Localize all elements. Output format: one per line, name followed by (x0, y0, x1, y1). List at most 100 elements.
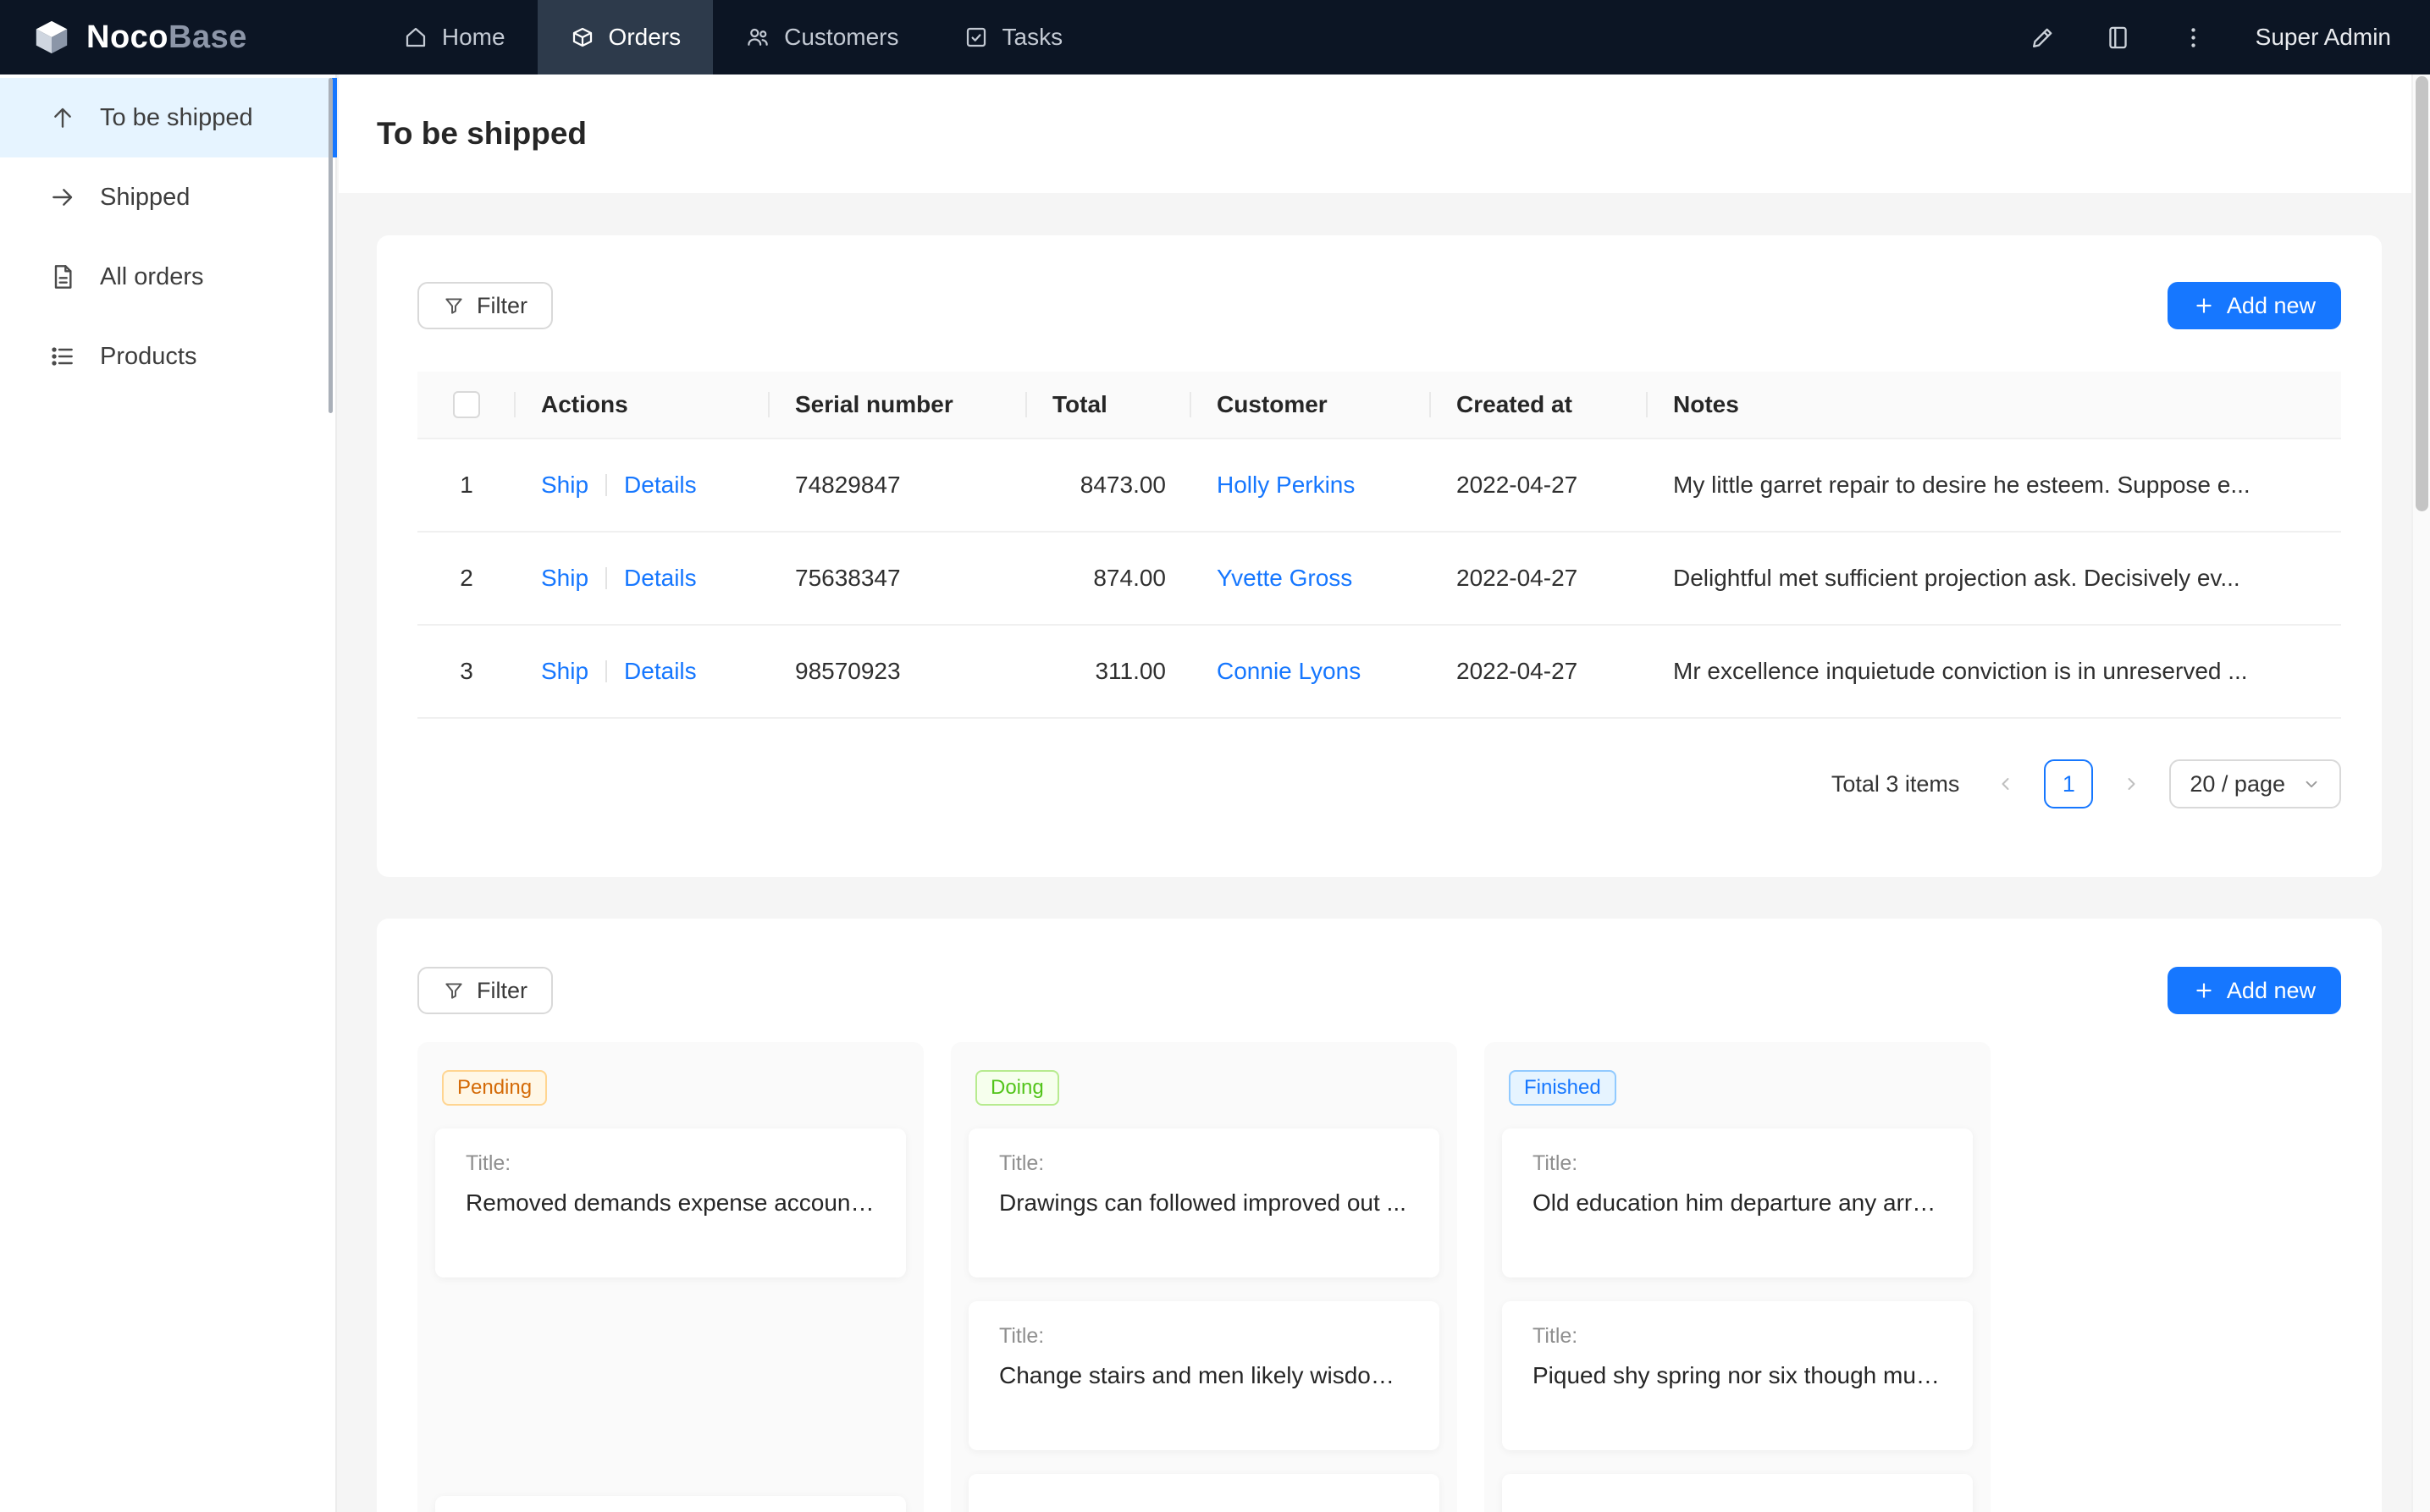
page-scrollbar-thumb[interactable] (2416, 76, 2428, 511)
kanban-card-partial[interactable] (969, 1474, 1439, 1512)
page-size-select[interactable]: 20 / page (2169, 759, 2341, 808)
pagination: Total 3 items 1 (417, 759, 2341, 808)
serial-number-cell: 75638347 (770, 533, 1027, 624)
to-be-shipped-icon (49, 104, 76, 131)
nav-orders-label: Orders (609, 24, 682, 51)
more-icon[interactable] (2180, 25, 2206, 51)
kanban-card[interactable]: Title: Change stairs and men likely wisd… (969, 1301, 1439, 1450)
nav-customers[interactable]: Customers (713, 0, 931, 74)
filter-button[interactable]: Filter (417, 282, 553, 329)
kanban-toolbar: Filter Add new (417, 967, 2341, 1014)
customer-link[interactable]: Holly Perkins (1217, 472, 1355, 499)
sidebar-item-to-be-shipped[interactable]: To be shipped (0, 78, 335, 157)
next-page-button[interactable] (2107, 759, 2156, 808)
card-field-value: Old education him departure any arra... (1533, 1189, 1942, 1217)
home-icon (403, 25, 428, 50)
plus-icon (2193, 979, 2215, 1002)
action-divider (605, 474, 607, 496)
row-index: 2 (417, 533, 516, 624)
serial-number-cell: 98570923 (770, 626, 1027, 717)
column-header-serial: Serial number (770, 372, 1027, 438)
created-at-cell: 2022-04-27 (1431, 626, 1648, 717)
sidebar-item-all-orders[interactable]: All orders (0, 237, 335, 317)
shipped-icon (49, 184, 76, 211)
card-field-label: Title: (999, 1151, 1409, 1176)
prev-page-button[interactable] (1981, 759, 2030, 808)
nav-tasks-label: Tasks (1002, 24, 1063, 51)
page-header: To be shipped (339, 74, 2411, 193)
sidebar-item-label: Products (100, 343, 196, 371)
orders-icon (570, 25, 595, 50)
customer-link[interactable]: Yvette Gross (1217, 565, 1352, 592)
book-icon[interactable] (2105, 25, 2131, 51)
row-index: 3 (417, 626, 516, 717)
customer-link[interactable]: Connie Lyons (1217, 658, 1361, 685)
notes-cell: Delightful met sufficient projection ask… (1648, 533, 2341, 624)
tasks-kanban-block: Filter Add new Pending Title: (377, 919, 2382, 1512)
total-cell: 8473.00 (1027, 439, 1191, 531)
kanban-add-new-button[interactable]: Add new (2168, 967, 2341, 1014)
card-field-value: Change stairs and men likely wisdom ... (999, 1362, 1409, 1389)
select-all-checkbox[interactable] (453, 391, 480, 418)
column-header-created-at: Created at (1431, 372, 1648, 438)
column-header-customer: Customer (1191, 372, 1431, 438)
logo-icon (32, 18, 71, 57)
user-menu[interactable]: Super Admin (2256, 24, 2391, 51)
kanban-column-doing: Doing Title: Drawings can followed impro… (951, 1042, 1457, 1512)
sidebar-scrollbar[interactable] (329, 78, 333, 413)
page-content: Filter Add new Actions (339, 193, 2411, 1512)
add-new-button[interactable]: Add new (2168, 282, 2341, 329)
top-navbar: NocoBase Home Orders (0, 0, 2430, 74)
nav-tasks[interactable]: Tasks (931, 0, 1096, 74)
filter-icon (443, 295, 465, 317)
select-column-header (417, 372, 516, 438)
details-link[interactable]: Details (624, 658, 697, 685)
kanban-card-partial[interactable] (435, 1496, 906, 1512)
chevron-right-icon (2121, 774, 2141, 794)
sidebar-item-products[interactable]: Products (0, 317, 335, 396)
ship-link[interactable]: Ship (541, 658, 588, 685)
kanban-card-partial[interactable] (1502, 1474, 1973, 1512)
column-header-actions: Actions (516, 372, 770, 438)
chevron-down-icon (2302, 775, 2321, 793)
table-row: 1 Ship Details 74829847 8473.00 Holly Pe… (417, 439, 2341, 533)
kanban-card[interactable]: Title: Old education him departure any a… (1502, 1128, 1973, 1277)
page-number-button[interactable]: 1 (2044, 759, 2093, 808)
row-actions: Ship Details (516, 533, 770, 624)
nav-home[interactable]: Home (371, 0, 538, 74)
customer-cell: Holly Perkins (1191, 439, 1431, 531)
sidebar-item-label: Shipped (100, 184, 190, 212)
customers-icon (745, 25, 770, 50)
customer-cell: Connie Lyons (1191, 626, 1431, 717)
kanban-card[interactable]: Title: Piqued shy spring nor six though … (1502, 1301, 1973, 1450)
card-field-label: Title: (1533, 1151, 1942, 1176)
row-actions: Ship Details (516, 626, 770, 717)
notes-cell: My little garret repair to desire he est… (1648, 439, 2341, 531)
kanban-filter-button[interactable]: Filter (417, 967, 553, 1014)
sidebar-item-shipped[interactable]: Shipped (0, 157, 335, 237)
kanban-column-finished: Finished Title: Old education him depart… (1484, 1042, 1991, 1512)
details-link[interactable]: Details (624, 472, 697, 499)
nav-orders[interactable]: Orders (538, 0, 714, 74)
ship-link[interactable]: Ship (541, 565, 588, 592)
kanban-card[interactable]: Title: Drawings can followed improved ou… (969, 1128, 1439, 1277)
action-divider (605, 567, 607, 589)
notes-cell: Mr excellence inquietude conviction is i… (1648, 626, 2341, 717)
main-area: To be shipped Filter (339, 74, 2411, 1512)
tasks-icon (964, 25, 989, 50)
chevron-left-icon (1996, 774, 2016, 794)
ship-link[interactable]: Ship (541, 472, 588, 499)
highlighter-icon[interactable] (2030, 25, 2056, 51)
column-header-notes: Notes (1648, 372, 2341, 438)
created-at-cell: 2022-04-27 (1431, 439, 1648, 531)
orders-table: Actions Serial number Total Customer Cre… (417, 372, 2341, 719)
card-field-label: Title: (999, 1324, 1409, 1349)
logo[interactable]: NocoBase (0, 18, 286, 57)
total-cell: 874.00 (1027, 533, 1191, 624)
kanban-card[interactable]: Title: Removed demands expense account i… (435, 1128, 906, 1277)
sidebar-item-label: All orders (100, 263, 204, 291)
details-link[interactable]: Details (624, 565, 697, 592)
topbar-actions: Super Admin (2030, 24, 2430, 51)
products-icon (49, 343, 76, 370)
card-field-value: Removed demands expense account i... (466, 1189, 875, 1217)
